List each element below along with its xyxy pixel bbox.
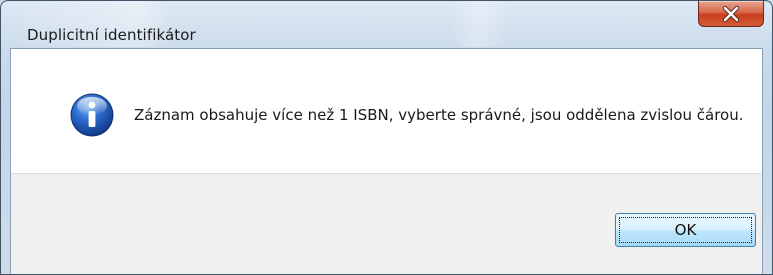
ok-button[interactable]: OK — [615, 213, 756, 247]
ok-button-label: OK — [619, 217, 752, 243]
info-icon — [70, 93, 114, 137]
message-dialog-window: Duplicitní identifikátor Záznam obsahuje… — [0, 0, 773, 275]
title-bar[interactable]: Duplicitní identifikátor — [1, 1, 772, 47]
dialog-message: Záznam obsahuje více než 1 ISBN, vyberte… — [134, 106, 744, 124]
button-bar: OK — [11, 173, 762, 274]
window-title: Duplicitní identifikátor — [27, 26, 196, 44]
close-icon — [722, 5, 740, 22]
close-button[interactable] — [698, 1, 764, 27]
dialog-body: Záznam obsahuje více než 1 ISBN, vyberte… — [10, 48, 763, 274]
message-area: Záznam obsahuje více než 1 ISBN, vyberte… — [11, 49, 762, 173]
